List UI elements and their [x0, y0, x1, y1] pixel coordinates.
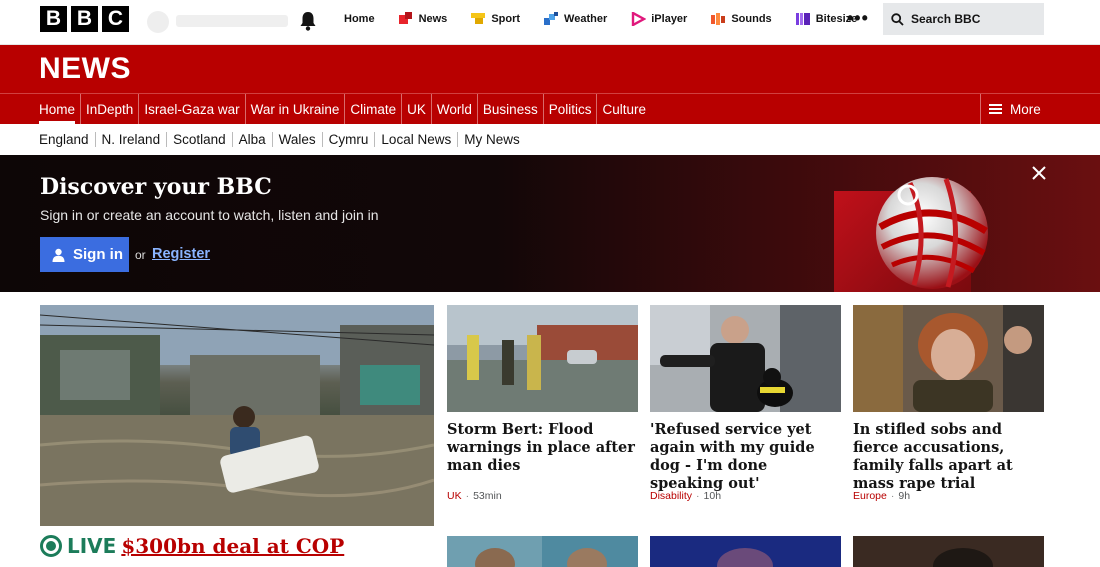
- bbc-globe-icon: [876, 177, 988, 289]
- sub-nav: England N. Ireland Scotland Alba Wales C…: [0, 124, 1100, 155]
- signin-promo-banner: Discover your BBC Sign in or create an a…: [0, 155, 1100, 292]
- nav-item-business[interactable]: Business: [478, 94, 544, 124]
- guide-dog-photo: [650, 305, 841, 412]
- register-link[interactable]: Register: [152, 246, 210, 262]
- story-headline[interactable]: 'Refused service yet again with my guide…: [650, 421, 841, 493]
- trial-photo: [853, 305, 1044, 412]
- global-header: B B C Home News Sport Weather iPlayer So…: [0, 0, 1100, 45]
- live-indicator-icon: [40, 535, 62, 557]
- story-thumbnail: [650, 536, 841, 567]
- news-icon: [398, 11, 412, 24]
- global-nav-label: Home: [344, 12, 375, 25]
- iplayer-icon: [632, 11, 647, 26]
- global-nav-iplayer[interactable]: iPlayer: [619, 0, 699, 37]
- promo-subtext: Sign in or create an account to watch, l…: [40, 207, 379, 223]
- story-image[interactable]: [650, 536, 841, 567]
- hero-story-image[interactable]: [40, 305, 434, 526]
- story-image[interactable]: [447, 305, 638, 412]
- hamburger-icon: [989, 104, 1002, 114]
- search-label: Search BBC: [911, 12, 981, 26]
- more-menu-button[interactable]: More: [980, 94, 1100, 124]
- global-nav-sport[interactable]: Sport: [459, 0, 532, 37]
- story-image[interactable]: [853, 305, 1044, 412]
- global-nav-weather[interactable]: Weather: [532, 0, 619, 37]
- story-meta: UK · 53min: [447, 490, 502, 502]
- subnav-item-local-news[interactable]: Local News: [375, 132, 459, 147]
- close-icon[interactable]: [1031, 165, 1047, 181]
- story-meta: Europe · 9h: [853, 490, 911, 502]
- story-tag[interactable]: Europe: [853, 490, 887, 502]
- search-icon: [891, 12, 904, 26]
- global-nav: Home News Sport Weather iPlayer Sounds B…: [332, 0, 869, 37]
- story-headline[interactable]: In stifled sobs and fierce accusations, …: [853, 421, 1044, 493]
- story-tag[interactable]: Disability: [650, 490, 692, 502]
- story-image[interactable]: [853, 536, 1044, 567]
- global-nav-label: Sounds: [731, 12, 772, 25]
- story-image[interactable]: [447, 536, 638, 567]
- story-time: 9h: [898, 490, 911, 502]
- nav-item-indepth[interactable]: InDepth: [81, 94, 140, 124]
- story-headline[interactable]: Storm Bert: Flood warnings in place afte…: [447, 421, 638, 475]
- nav-item-world[interactable]: World: [432, 94, 478, 124]
- nav-item-uk[interactable]: UK: [402, 94, 432, 124]
- subnav-item-n-ireland[interactable]: N. Ireland: [96, 132, 168, 147]
- story-meta: Disability · 10h: [650, 490, 722, 502]
- global-nav-home[interactable]: Home: [332, 0, 387, 37]
- news-title[interactable]: NEWS: [39, 52, 131, 86]
- live-label: LIVE: [67, 534, 117, 558]
- story-thumbnail: [853, 536, 1044, 567]
- nav-item-climate[interactable]: Climate: [345, 94, 403, 124]
- account-name-placeholder[interactable]: [176, 15, 288, 27]
- weather-icon: [544, 11, 559, 25]
- subnav-item-my-news[interactable]: My News: [458, 132, 526, 147]
- more-services-button[interactable]: •••: [847, 8, 869, 29]
- search-box[interactable]: Search BBC: [883, 3, 1044, 35]
- global-nav-sounds[interactable]: Sounds: [699, 0, 783, 37]
- subnav-item-alba[interactable]: Alba: [233, 132, 273, 147]
- global-nav-label: iPlayer: [651, 12, 688, 25]
- nav-item-politics[interactable]: Politics: [544, 94, 598, 124]
- sport-icon: [471, 12, 486, 24]
- live-story[interactable]: LIVE $300bn deal at COP: [40, 534, 344, 558]
- logo-letter: C: [102, 6, 129, 32]
- promo-heading: Discover your BBC: [40, 174, 272, 200]
- story-tag[interactable]: UK: [447, 490, 462, 502]
- news-masthead: NEWS: [0, 45, 1100, 93]
- nav-item-israel-gaza[interactable]: Israel-Gaza war: [139, 94, 246, 124]
- flooded-street-photo: [40, 305, 434, 526]
- account-avatar[interactable]: [147, 11, 169, 33]
- bitesize-icon: [795, 12, 810, 25]
- user-icon: [52, 248, 65, 262]
- global-nav-label: News: [418, 12, 448, 25]
- notifications-bell-icon[interactable]: [298, 10, 318, 32]
- global-nav-label: Sport: [491, 12, 521, 25]
- story-image[interactable]: [650, 305, 841, 412]
- live-headline[interactable]: $300bn deal at COP: [121, 534, 344, 558]
- story-thumbnail: [447, 536, 638, 567]
- sounds-icon: [711, 12, 726, 25]
- logo-letter: B: [71, 6, 98, 32]
- logo-letter: B: [40, 6, 67, 32]
- nav-item-home[interactable]: Home: [39, 94, 82, 124]
- subnav-item-wales[interactable]: Wales: [273, 132, 323, 147]
- nav-item-ukraine[interactable]: War in Ukraine: [246, 94, 346, 124]
- global-nav-news[interactable]: News: [387, 0, 460, 37]
- flood-rescue-photo: [447, 305, 638, 412]
- story-time: 53min: [473, 490, 502, 502]
- nav-item-culture[interactable]: Culture: [597, 94, 651, 124]
- subnav-item-england[interactable]: England: [39, 132, 96, 147]
- more-label: More: [1010, 101, 1041, 117]
- subnav-item-scotland[interactable]: Scotland: [167, 132, 233, 147]
- subnav-item-cymru[interactable]: Cymru: [323, 132, 376, 147]
- global-nav-label: Weather: [564, 12, 608, 25]
- sign-in-label: Sign in: [73, 246, 123, 263]
- bbc-logo[interactable]: B B C: [40, 6, 129, 32]
- news-nav: Home InDepth Israel-Gaza war War in Ukra…: [0, 93, 1100, 124]
- sign-in-button[interactable]: Sign in: [40, 237, 129, 272]
- story-time: 10h: [703, 490, 722, 502]
- or-text: or: [135, 248, 146, 262]
